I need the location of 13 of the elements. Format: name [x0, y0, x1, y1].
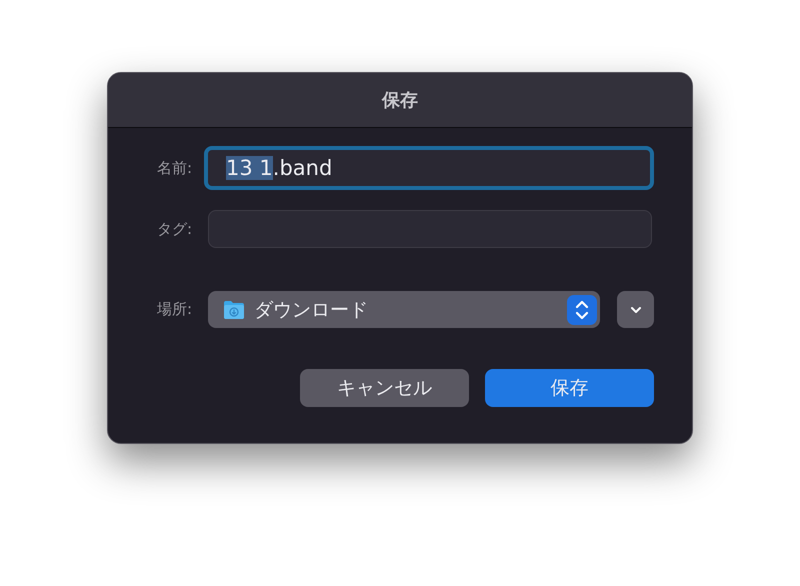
save-button[interactable]: 保存: [485, 369, 654, 407]
expand-button[interactable]: [617, 291, 654, 328]
tags-field[interactable]: [208, 210, 652, 248]
field-label: 名前:: [156, 158, 192, 178]
window-title: 保存: [382, 89, 418, 112]
field-label: 場所:: [156, 300, 192, 319]
cancel-button[interactable]: キャンセル: [300, 369, 469, 407]
location-popup[interactable]: ダウンロード: [208, 291, 600, 328]
updown-icon: [567, 294, 598, 324]
folder-icon: [223, 300, 245, 320]
name-field[interactable]: 13 1.band: [204, 146, 654, 190]
chevron-down-icon: [628, 304, 643, 314]
field-label: タグ:: [156, 220, 192, 238]
